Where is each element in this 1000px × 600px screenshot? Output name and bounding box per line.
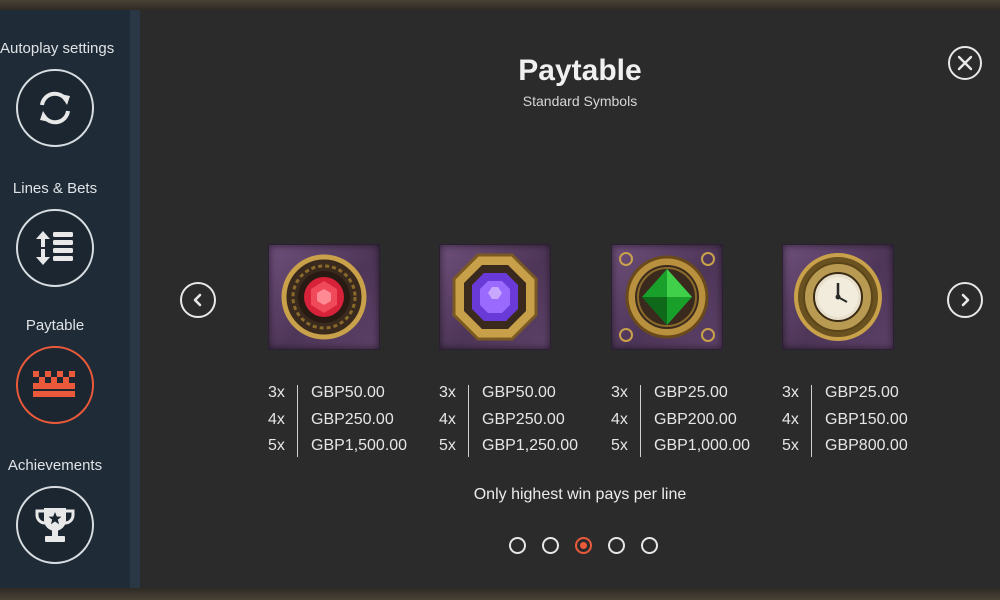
pay-row: 3x GBP25.00	[611, 384, 791, 411]
pay-amount: GBP200.00	[654, 410, 737, 428]
pay-table: 3x GBP25.00 4x GBP200.00 5x GBP1,000.00	[611, 384, 791, 464]
sidebar-item-achievements[interactable]: Achievements	[0, 457, 110, 564]
pay-multiplier: 3x	[439, 384, 456, 401]
sidebar-item-paytable[interactable]: Paytable	[0, 317, 110, 424]
pay-row: 5x GBP1,250.00	[439, 437, 619, 464]
pay-amount: GBP25.00	[825, 384, 899, 401]
sidebar-item-label: Achievements	[7, 457, 103, 474]
pay-multiplier: 4x	[611, 410, 628, 428]
pay-row: 4x GBP250.00	[439, 411, 619, 438]
sidebar-item-label: Paytable	[25, 317, 85, 334]
pay-multiplier: 4x	[782, 410, 799, 428]
close-icon	[957, 55, 973, 71]
page-dot-3[interactable]	[575, 537, 592, 554]
symbol-card: 3x GBP25.00 4x GBP200.00 5x GBP1,000.00	[611, 244, 771, 457]
page-title: Paytable	[518, 54, 642, 87]
paytable-panel: Paytable Standard Symbols 3x GBP50.00 4x…	[140, 10, 1000, 588]
pay-amount: GBP800.00	[825, 437, 908, 454]
sidebar-item-autoplay[interactable]: Autoplay settings	[0, 40, 115, 147]
pay-amount: GBP250.00	[311, 410, 394, 428]
chevron-left-icon	[193, 293, 202, 307]
frame-bottom	[0, 588, 1000, 600]
page-subtitle: Standard Symbols	[522, 93, 638, 109]
symbol-card: 3x GBP50.00 4x GBP250.00 5x GBP1,500.00	[268, 244, 428, 457]
pay-amount: GBP1,250.00	[482, 437, 579, 454]
pay-amount: GBP150.00	[825, 410, 908, 428]
pay-row: 3x GBP50.00	[268, 384, 448, 411]
sidebar-divider	[130, 10, 140, 588]
pay-amount: GBP25.00	[654, 384, 728, 401]
autoplay-button[interactable]	[16, 69, 94, 147]
pay-multiplier: 4x	[268, 410, 285, 428]
lines-bets-button[interactable]	[16, 209, 94, 287]
pay-amount: GBP50.00	[311, 384, 385, 401]
pay-row: 3x GBP50.00	[439, 384, 619, 411]
page-dot-4[interactable]	[608, 537, 625, 554]
pay-row: 4x GBP250.00	[268, 411, 448, 438]
paytable-button[interactable]	[16, 346, 94, 424]
symbol-card: 3x GBP50.00 4x GBP250.00 5x GBP1,250.00	[439, 244, 599, 457]
chevron-right-icon	[961, 293, 970, 307]
sidebar-item-lines-bets[interactable]: Lines & Bets	[0, 180, 110, 287]
clock-symbol	[782, 244, 894, 350]
pay-amount: GBP50.00	[482, 384, 556, 401]
trophy-icon	[35, 508, 75, 542]
pay-amount: GBP250.00	[482, 410, 565, 428]
pay-multiplier: 3x	[268, 384, 285, 401]
purple-gem-symbol	[439, 244, 551, 350]
red-gem-symbol	[268, 244, 380, 350]
pay-amount: GBP1,500.00	[311, 437, 408, 454]
sidebar-item-label: Autoplay settings	[0, 40, 115, 57]
page-dot-2[interactable]	[542, 537, 559, 554]
pay-multiplier: 4x	[439, 410, 456, 428]
previous-page-button[interactable]	[180, 282, 216, 318]
next-page-button[interactable]	[947, 282, 983, 318]
paytable-grid-icon	[33, 371, 75, 397]
frame-top	[0, 0, 1000, 10]
pay-table: 3x GBP25.00 4x GBP150.00 5x GBP800.00	[782, 384, 962, 464]
achievements-button[interactable]	[16, 486, 94, 564]
pay-multiplier: 5x	[782, 437, 799, 454]
sidebar: Autoplay settings Lines & Bets Paytable	[0, 10, 130, 588]
pay-multiplier: 5x	[611, 437, 628, 454]
page-dot-1[interactable]	[509, 537, 526, 554]
pay-table: 3x GBP50.00 4x GBP250.00 5x GBP1,250.00	[439, 384, 619, 464]
green-gem-symbol	[611, 244, 723, 350]
pay-row: 5x GBP1,000.00	[611, 437, 791, 464]
symbol-card: 3x GBP25.00 4x GBP150.00 5x GBP800.00	[782, 244, 942, 457]
pay-row: 4x GBP150.00	[782, 411, 962, 438]
close-button[interactable]	[948, 46, 982, 80]
pay-table: 3x GBP50.00 4x GBP250.00 5x GBP1,500.00	[268, 384, 448, 464]
sidebar-item-label: Lines & Bets	[12, 180, 98, 197]
pay-multiplier: 5x	[268, 437, 285, 454]
refresh-icon	[40, 91, 70, 125]
paytable-note: Only highest win pays per line	[473, 486, 687, 503]
page-dot-5[interactable]	[641, 537, 658, 554]
pay-multiplier: 3x	[782, 384, 799, 401]
pay-row: 5x GBP800.00	[782, 437, 962, 464]
pay-multiplier: 3x	[611, 384, 628, 401]
pay-amount: GBP1,000.00	[654, 437, 751, 454]
lines-bets-icon	[36, 231, 73, 265]
pay-row: 3x GBP25.00	[782, 384, 962, 411]
pay-multiplier: 5x	[439, 437, 456, 454]
pay-row: 4x GBP200.00	[611, 411, 791, 438]
pay-row: 5x GBP1,500.00	[268, 437, 448, 464]
